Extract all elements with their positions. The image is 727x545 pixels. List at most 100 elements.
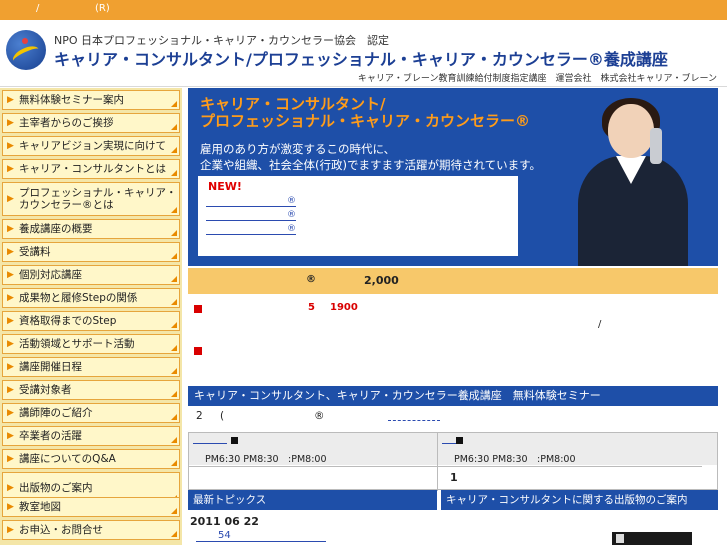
- chevron-right-icon: ▶: [7, 454, 14, 464]
- sidebar-item-contact[interactable]: ▶ お申込・お問合せ: [2, 520, 180, 540]
- chevron-right-icon: ▶: [7, 164, 14, 174]
- page-title[interactable]: キャリア・コンサルタント/プロフェッショナル・キャリア・カウンセラー®養成講座: [54, 46, 668, 70]
- sidebar-item-fees[interactable]: ▶ 受講料: [2, 242, 180, 262]
- chevron-right-icon: ▶: [7, 362, 14, 372]
- sidebar-item-individual-course[interactable]: ▶ 個別対応講座: [2, 265, 180, 285]
- site-header: NPO 日本プロフェッショナル・キャリア・カウンセラー協会 認定 キャリア・コン…: [0, 20, 727, 87]
- sidebar-item-label: 主宰者からのご挨拶: [19, 117, 114, 129]
- news-link-3[interactable]: ®: [206, 224, 296, 235]
- sidebar-item-label: 受講料: [19, 246, 51, 258]
- chevron-right-icon: ▶: [7, 247, 14, 257]
- corner-arrow-icon: [171, 531, 177, 537]
- sidebar-item-greeting[interactable]: ▶ 主宰者からのご挨拶: [2, 113, 180, 133]
- seminar-detail-link[interactable]: [388, 420, 440, 421]
- sidebar-item-deliverables-steps[interactable]: ▶ 成果物と履修Stepの関係: [2, 288, 180, 308]
- schedule-count: 1: [450, 471, 458, 484]
- sidebar-item-activity-support[interactable]: ▶ 活動領域とサポート活動: [2, 334, 180, 354]
- seminar-paren: (: [220, 410, 225, 422]
- seminar-registered-mark: ®: [314, 410, 325, 422]
- sidebar-item-career-consultant[interactable]: ▶ キャリア・コンサルタントとは: [2, 159, 180, 179]
- corner-arrow-icon: [171, 101, 177, 107]
- sidebar-item-label: お申込・お問合せ: [19, 524, 103, 536]
- corner-arrow-icon: [171, 124, 177, 130]
- schedule-time: PM6:30 PM8:30 :PM8:00: [454, 454, 576, 465]
- corner-arrow-icon: [171, 368, 177, 374]
- sidebar-item-target-audience[interactable]: ▶ 受講対象者: [2, 380, 180, 400]
- sidebar-item-label: 講座開催日程: [19, 361, 82, 373]
- sidebar-item-label: 講座についてのQ&A: [19, 453, 116, 465]
- sidebar-item-free-seminar[interactable]: ▶ 無料体験セミナー案内: [2, 90, 180, 110]
- black-square-icon: [231, 437, 238, 444]
- sidebar-item-graduates[interactable]: ▶ 卒業者の活躍: [2, 426, 180, 446]
- publication-thumbnail[interactable]: [612, 532, 692, 545]
- hero-subtitle: 雇用のあり方が激変するこの時代に、 企業や組織、社会全体(行政)でますます活躍が…: [200, 141, 541, 173]
- chevron-right-icon: ▶: [7, 339, 14, 349]
- hero-sub-line1: 雇用のあり方が激変するこの時代に、: [200, 142, 396, 156]
- sidebar-item-professional-counselor[interactable]: ▶ プロフェッショナル・キャリア・ カウンセラー®とは: [2, 182, 180, 216]
- red-square-icon: [194, 347, 202, 355]
- sidebar-item-label: 養成講座の概要: [19, 223, 93, 235]
- top-bar: / (R): [0, 0, 727, 20]
- topics-section-header: 最新トピックス: [188, 490, 437, 510]
- chevron-right-icon: ▶: [7, 525, 14, 535]
- topbar-item-1[interactable]: /: [36, 3, 39, 14]
- chevron-right-icon: ▶: [7, 502, 14, 512]
- sidebar-item-label: 個別対応講座: [19, 269, 82, 281]
- sidebar-item-course-overview[interactable]: ▶ 養成講座の概要: [2, 219, 180, 239]
- sidebar-item-label: 受講対象者: [19, 384, 72, 396]
- corner-arrow-icon: [171, 322, 177, 328]
- hero-sub-line2: 企業や組織、社会全体(行政)でますます活躍が期待されています。: [200, 158, 541, 172]
- sidebar-item-map[interactable]: ▶ 教室地図: [2, 497, 180, 517]
- chevron-right-icon: ▶: [7, 95, 14, 105]
- topic-date: 2011 06 22: [190, 515, 259, 528]
- sidebar-item-label: キャリアビジョン実現に向けて: [19, 140, 166, 152]
- sidebar-nav: ▶ 無料体験セミナー案内 ▶ 主宰者からのご挨拶 ▶ キャリアビジョン実現に向けて ▶…: [0, 88, 182, 545]
- sidebar-item-qualification-steps[interactable]: ▶ 資格取得までのStep: [2, 311, 180, 331]
- notice-slash: /: [598, 319, 602, 330]
- topic-link[interactable]: 54: [196, 530, 326, 542]
- sidebar-item-label: プロフェッショナル・キャリア・ カウンセラー®とは: [19, 187, 177, 211]
- registered-mark: ®: [306, 274, 316, 285]
- sidebar-item-label: 教室地図: [19, 501, 61, 513]
- corner-arrow-icon: [171, 276, 177, 282]
- sidebar-item-qa[interactable]: ▶ 講座についてのQ&A: [2, 449, 180, 469]
- sidebar-item-label: 成果物と履修Stepの関係: [19, 292, 138, 304]
- chevron-right-icon: ▶: [7, 483, 14, 493]
- chevron-right-icon: ▶: [7, 293, 14, 303]
- chevron-right-icon: ▶: [7, 270, 14, 280]
- sidebar-item-label: 活動領域とサポート活動: [19, 338, 135, 350]
- hero-title-line2: プロフェッショナル・キャリア・カウンセラー®: [200, 112, 531, 130]
- counselor-photo: [568, 98, 698, 266]
- chevron-right-icon: ▶: [7, 118, 14, 128]
- schedule-left: PM6:30 PM8:30 :PM8:00: [189, 433, 453, 491]
- corner-arrow-icon: [171, 414, 177, 420]
- seminar-section-header: キャリア・コンサルタント、キャリア・カウンセラー養成講座 無料体験セミナー: [188, 386, 718, 406]
- sidebar-item-label: 卒業者の活躍: [19, 430, 82, 442]
- seminar-schedule: PM6:30 PM8:30 :PM8:00 PM6:30 PM8:30 :PM8…: [188, 432, 718, 491]
- publications-section-header: キャリア・コンサルタントに関する出版物のご案内: [441, 490, 718, 510]
- association-logo-icon[interactable]: [6, 30, 46, 70]
- black-square-icon: [456, 437, 463, 444]
- news-link-1[interactable]: ®: [206, 196, 296, 207]
- sidebar-item-label: 無料体験セミナー案内: [19, 94, 124, 106]
- news-link-2[interactable]: ®: [206, 210, 296, 221]
- sidebar-item-schedule[interactable]: ▶ 講座開催日程: [2, 357, 180, 377]
- corner-arrow-icon: [171, 253, 177, 259]
- hero-title-line1: キャリア・コンサルタント/: [200, 95, 386, 113]
- schedule-date-link[interactable]: [193, 443, 227, 444]
- hero-banner: キャリア・コンサルタント/ プロフェッショナル・キャリア・カウンセラー® 雇用の…: [188, 88, 718, 266]
- seminar-info: 2 ( ®: [196, 410, 440, 422]
- sidebar-item-instructors[interactable]: ▶ 講師陣のご紹介: [2, 403, 180, 423]
- chevron-right-icon: ▶: [7, 224, 14, 234]
- sidebar-item-career-vision[interactable]: ▶ キャリアビジョン実現に向けて: [2, 136, 180, 156]
- corner-arrow-icon: [171, 460, 177, 466]
- corner-arrow-icon: [171, 299, 177, 305]
- sidebar-item-label: キャリア・コンサルタントとは: [19, 163, 166, 175]
- topbar-item-2[interactable]: (R): [95, 3, 110, 14]
- corner-arrow-icon: [171, 170, 177, 176]
- chevron-right-icon: ▶: [7, 431, 14, 441]
- corner-arrow-icon: [171, 391, 177, 397]
- price-amount: 2,000: [364, 274, 399, 287]
- book-icon: [616, 534, 624, 543]
- sidebar-item-label: 出版物のご案内: [19, 482, 93, 494]
